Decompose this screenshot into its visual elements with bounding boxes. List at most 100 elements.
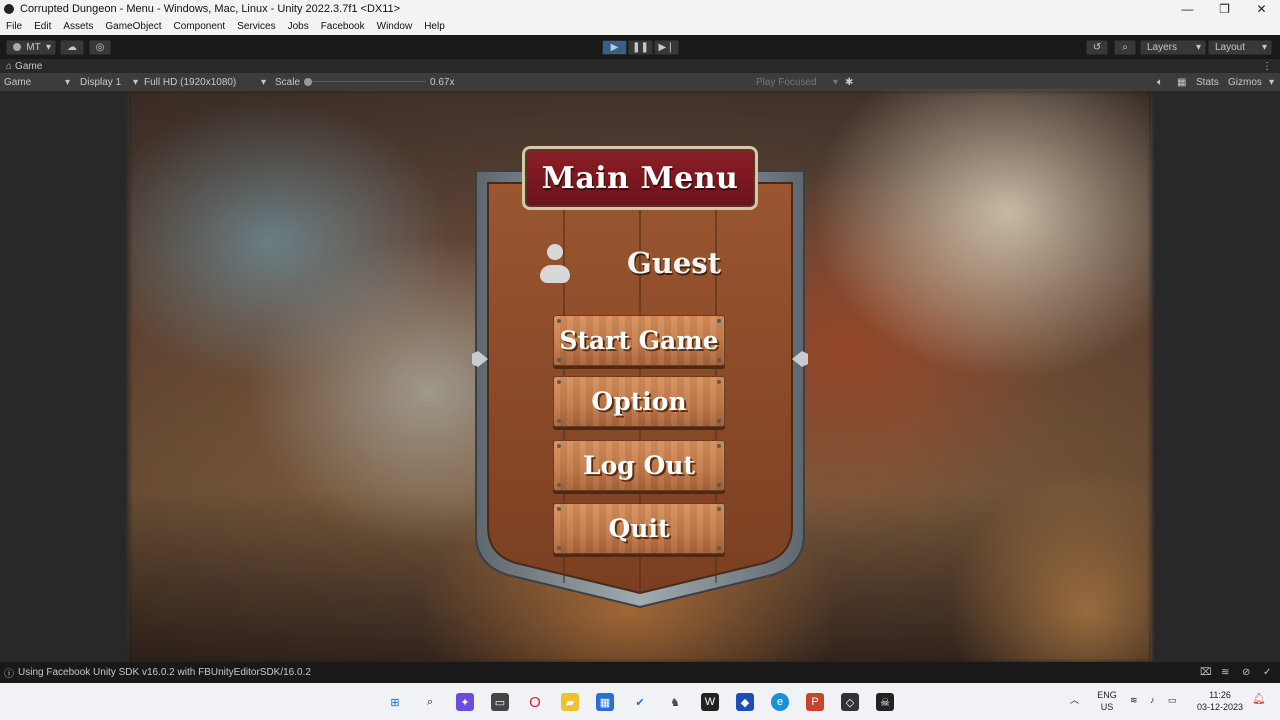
collab-button[interactable]: ◎ [89, 39, 111, 55]
menu-facebook[interactable]: Facebook [315, 21, 371, 32]
nail-icon [717, 419, 721, 423]
close-button[interactable]: ✕ [1243, 0, 1280, 18]
unity-logo-icon [4, 4, 14, 14]
play-button[interactable]: ▶ [602, 39, 627, 55]
scale-slider-thumb[interactable] [304, 78, 312, 86]
unity-editor-icon[interactable]: ☠ [876, 693, 894, 711]
network-off-icon[interactable]: ⊘ [1242, 667, 1250, 678]
status-bar: ⓘ Using Facebook Unity SDK v16.0.2 with … [0, 662, 1280, 683]
avatar-body [540, 265, 570, 283]
menu-services[interactable]: Services [231, 21, 281, 32]
menu-gameobject[interactable]: GameObject [99, 21, 167, 32]
security-shield-icon[interactable]: ◆ [736, 693, 754, 711]
todo-icon[interactable]: ✔ [631, 693, 649, 711]
menu-bar: File Edit Assets GameObject Component Se… [0, 18, 1280, 35]
edge-icon[interactable]: e [771, 693, 789, 711]
check-icon[interactable]: ✓ [1263, 667, 1271, 678]
gizmos-label: Gizmos [1228, 76, 1262, 88]
audio-icon[interactable]: 🔈︎ [1157, 73, 1163, 91]
play-focused-dropdown[interactable]: Play Focused ▾ [756, 73, 838, 91]
stack-icon[interactable]: ≋ [1221, 667, 1229, 678]
nail-icon [717, 546, 721, 550]
chevron-down-icon: ▾ [1261, 41, 1267, 53]
chevron-down-icon: ▾ [260, 76, 266, 88]
pause-button[interactable]: ❚❚ [628, 39, 653, 55]
search-icon: ⌕ [1122, 41, 1128, 53]
step-button[interactable]: ▶❘ [654, 39, 679, 55]
file-explorer-icon[interactable]: ▰ [561, 693, 579, 711]
menu-file[interactable]: File [0, 21, 28, 32]
menu-component[interactable]: Component [168, 21, 232, 32]
play-icon: ▶ [610, 41, 619, 53]
copilot-icon[interactable]: ✦ [456, 693, 474, 711]
history-button[interactable]: ↺ [1086, 39, 1108, 55]
start-game-button[interactable]: Start Game [553, 315, 725, 366]
layout-label: Layout [1215, 41, 1246, 53]
menu-help[interactable]: Help [418, 21, 451, 32]
target-icon: ◎ [95, 41, 105, 53]
resolution-dropdown[interactable]: Full HD (1920x1080) ▾ [144, 73, 266, 91]
log-out-button[interactable]: Log Out [553, 440, 725, 491]
bug-off-icon[interactable]: ⌧ [1200, 667, 1212, 678]
nail-icon [717, 319, 721, 323]
nail-icon [557, 546, 561, 550]
display-label: Display 1 [80, 76, 122, 88]
restore-button[interactable]: ❐ [1206, 0, 1243, 18]
opera-icon[interactable]: O [526, 693, 544, 711]
nail-icon [557, 507, 561, 511]
clock[interactable]: 11:26 03-12-2023 [1192, 689, 1248, 713]
quit-button[interactable]: Quit [553, 503, 725, 554]
cloud-button[interactable]: ☁ [60, 39, 84, 55]
game-app-icon[interactable]: W [701, 693, 719, 711]
notification-bell-icon[interactable]: 🔔︎ [1252, 693, 1266, 705]
nail-icon [557, 483, 561, 487]
minimize-button[interactable]: — [1169, 0, 1206, 18]
scale-slider[interactable] [304, 73, 426, 91]
log-out-label: Log Out [583, 451, 695, 480]
nail-icon [717, 507, 721, 511]
store-icon[interactable]: ▦ [596, 693, 614, 711]
chevron-down-icon: ▾ [1268, 76, 1274, 88]
nail-icon [557, 444, 561, 448]
game-view-toolbar: Game ▾ Display 1 ▾ Full HD (1920x1080) ▾… [0, 73, 1280, 91]
menu-edit[interactable]: Edit [28, 21, 57, 32]
tab-game[interactable]: Game [15, 61, 42, 72]
user-name: Guest [626, 246, 722, 280]
task-view-icon[interactable]: ▭ [491, 693, 509, 711]
region-code: US [1100, 702, 1114, 712]
game-mode-dropdown[interactable]: Game ▾ [4, 73, 70, 91]
start-menu-icon[interactable]: ⊞ [386, 693, 404, 711]
battery-icon[interactable]: ▭ [1168, 694, 1177, 706]
show-hidden-icons[interactable]: ︿ [1070, 694, 1079, 706]
scale-value: 0.67x [430, 76, 455, 88]
layout-dropdown[interactable]: Layout ▾ [1208, 39, 1272, 55]
nail-icon [717, 483, 721, 487]
chevron-down-icon: ▾ [64, 76, 70, 88]
menu-assets[interactable]: Assets [57, 21, 99, 32]
keyboard-icon[interactable]: ▦ [1177, 73, 1186, 91]
option-button[interactable]: Option [553, 376, 725, 427]
more-options-icon[interactable]: ⋮ [1262, 61, 1272, 72]
menu-window[interactable]: Window [371, 21, 419, 32]
gizmos-dropdown[interactable]: Gizmos ▾ [1228, 73, 1274, 91]
unity-hub-icon[interactable]: ◇ [841, 693, 859, 711]
search-button[interactable]: ⌕ [1114, 39, 1136, 55]
volume-icon[interactable]: ♪ [1150, 694, 1155, 706]
powerpoint-icon[interactable]: P [806, 693, 824, 711]
account-dropdown[interactable]: MT ▾ [6, 39, 56, 55]
wifi-icon[interactable]: ≋ [1130, 694, 1138, 706]
menu-jobs[interactable]: Jobs [282, 21, 315, 32]
pet-app-icon[interactable]: ♞ [666, 693, 684, 711]
bug-icon[interactable]: ✱ [845, 73, 853, 91]
layers-dropdown[interactable]: Layers ▾ [1140, 39, 1206, 55]
language-indicator[interactable]: ENG US [1095, 689, 1119, 713]
status-message[interactable]: Using Facebook Unity SDK v16.0.2 with FB… [18, 667, 311, 678]
info-icon: ⓘ [4, 669, 14, 680]
scale-slider-track [308, 81, 426, 82]
search-icon[interactable]: ⌕ [421, 693, 439, 711]
window-title: Corrupted Dungeon - Menu - Windows, Mac,… [20, 3, 401, 15]
avatar-head [547, 244, 563, 260]
language-code: ENG [1097, 690, 1117, 700]
display-dropdown[interactable]: Display 1 ▾ [80, 73, 138, 91]
stats-toggle[interactable]: Stats [1196, 73, 1219, 91]
